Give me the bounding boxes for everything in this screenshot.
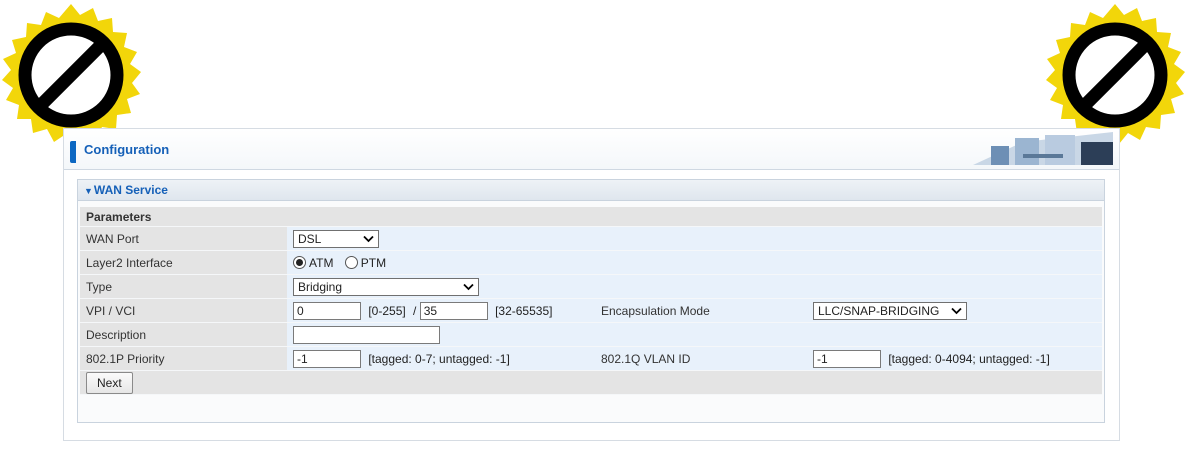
vci-input[interactable]: 35 [419,301,488,320]
type-label: Type [80,274,287,299]
configuration-frame: Configuration ▼WAN Service Parameters WA… [63,128,1120,441]
atm-radio[interactable] [293,256,306,270]
chevron-down-icon [951,307,962,314]
form-row-type: Type Bridging [80,274,1102,299]
wan-port-select[interactable]: DSL [293,229,379,248]
office-banner-image [973,132,1113,165]
form-row-priority-vlan: 802.1P Priority -1 [tagged: 0-7; untagge… [80,346,1102,371]
ptm-radio-label: PTM [360,255,387,270]
form-row-actions: Next [80,370,1102,395]
panel-title-bar[interactable]: ▼WAN Service [78,180,1104,201]
chevron-down-icon [363,235,374,242]
section-label: Parameters [80,207,1102,227]
vlan-label: 802.1Q VLAN ID [595,346,807,371]
priority-hint: [tagged: 0-7; untagged: -1] [368,351,510,366]
type-select[interactable]: Bridging [293,277,479,296]
page-title: Configuration [84,142,170,157]
next-button[interactable]: Next [86,371,133,394]
page-header: Configuration [64,129,1119,170]
form-row-vpi-vci: VPI / VCI 0 [0-255] / 35 [32-65535] Enca… [80,298,1102,323]
form-row-wan-port: WAN Port DSL [80,226,1102,251]
vci-range-hint: [32-65535] [495,303,553,318]
vpi-vci-separator: / [413,303,417,318]
vpi-range-hint: [0-255] [368,303,406,318]
header-accent-bar [70,141,76,163]
panel-title: WAN Service [93,183,168,197]
vpi-input[interactable]: 0 [293,301,361,320]
encapsulation-label: Encapsulation Mode [595,298,807,323]
vlan-hint: [tagged: 0-4094; untagged: -1] [888,351,1050,366]
form-row-layer2: Layer2 Interface ATM PTM [80,250,1102,275]
priority-label: 802.1P Priority [80,346,287,371]
wan-port-label: WAN Port [80,226,287,251]
collapse-triangle-icon[interactable]: ▼ [84,186,93,196]
description-label: Description [80,322,287,347]
encapsulation-select[interactable]: LLC/SNAP-BRIDGING [813,301,967,320]
wan-port-value: DSL [298,231,322,246]
atm-radio-label: ATM [309,255,334,270]
description-input[interactable] [293,325,440,344]
vpi-vci-label: VPI / VCI [80,298,287,323]
encapsulation-value: LLC/SNAP-BRIDGING [818,303,940,318]
form-row-description: Description [80,322,1102,347]
layer2-label: Layer2 Interface [80,250,287,275]
wan-service-form: Parameters WAN Port DSL Layer2 Interface… [80,207,1102,395]
vlan-input[interactable]: -1 [813,349,881,368]
ptm-radio[interactable] [344,256,358,270]
chevron-down-icon [463,283,474,290]
type-value: Bridging [298,279,343,294]
priority-input[interactable]: -1 [293,349,361,368]
wan-service-panel: ▼WAN Service Parameters WAN Port DSL Lay… [77,179,1105,423]
